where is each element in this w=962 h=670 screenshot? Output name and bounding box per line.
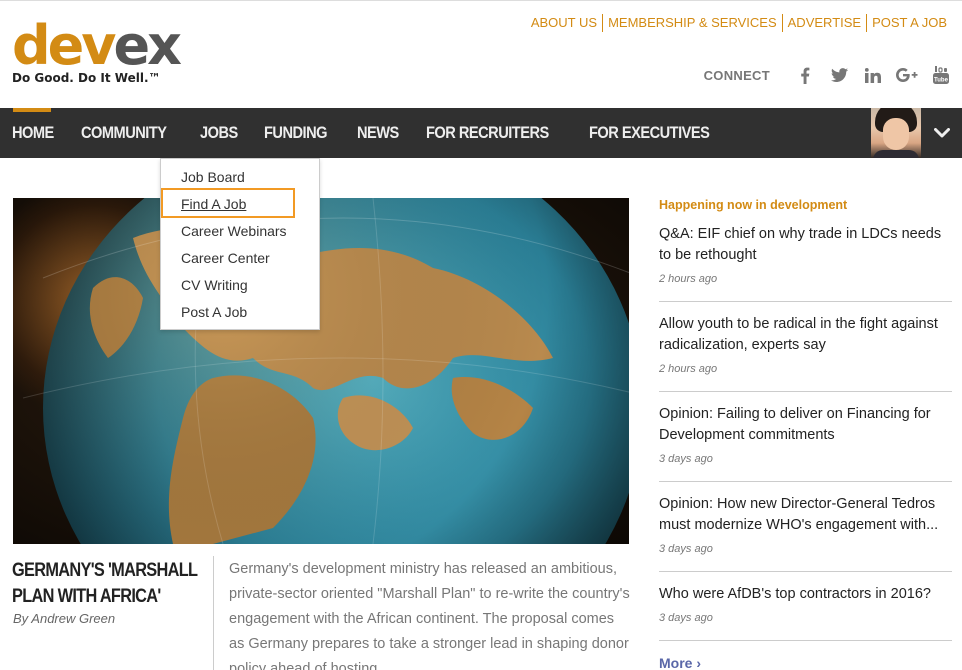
linkedin-icon[interactable] [862,65,884,85]
dropdown-item-post-a-job[interactable]: Post A Job [181,299,247,326]
news-item[interactable]: Opinion: Failing to deliver on Financing… [659,404,952,465]
user-avatar[interactable] [871,108,921,158]
feature-author: By Andrew Green [13,611,116,626]
nav-community[interactable]: COMMUNITY [81,123,167,143]
advertise-link[interactable]: ADVERTISE [781,14,866,32]
nav-jobs[interactable]: JOBS [200,123,238,143]
feature-title-line2: PLAN WITH AFRICA' [12,586,161,607]
news-item[interactable]: Q&A: EIF chief on why trade in LDCs need… [659,224,952,285]
more-news-link[interactable]: More › [659,655,701,670]
globe-illustration [22,198,629,544]
news-time: 3 days ago [659,543,713,555]
news-title[interactable]: Who were AfDB's top contractors in 2016? [659,584,952,605]
feature-summary: Germany's development ministry has relea… [229,561,630,670]
social-connect: CONNECT Tube [704,65,952,85]
news-divider [659,301,952,302]
feature-image[interactable] [13,198,629,544]
dropdown-item-career-webinars[interactable]: Career Webinars [181,218,287,245]
nav-funding[interactable]: FUNDING [264,123,328,143]
devex-logo[interactable]: devex Do Good. Do It Well.™ [12,15,182,87]
post-a-job-link[interactable]: POST A JOB [866,14,952,32]
article-divider [213,556,214,670]
dropdown-item-job-board[interactable]: Job Board [181,164,245,191]
dropdown-item-cv-writing[interactable]: CV Writing [181,272,248,299]
news-item[interactable]: Allow youth to be radical in the fight a… [659,314,952,375]
news-item[interactable]: Opinion: How new Director-General Tedros… [659,494,952,555]
nav-for-recruiters[interactable]: FOR RECRUITERS [426,123,549,143]
sidebar-heading: Happening now in development [659,198,848,212]
news-item[interactable]: Who were AfDB's top contractors in 2016?… [659,584,952,624]
svg-text:Tube: Tube [934,78,949,84]
news-divider [659,640,952,641]
news-divider [659,481,952,482]
google-plus-icon[interactable] [896,65,918,85]
news-title[interactable]: Q&A: EIF chief on why trade in LDCs need… [659,224,952,266]
twitter-icon[interactable] [828,65,850,85]
about-us-link[interactable]: ABOUT US [526,14,602,32]
site-header: devex Do Good. Do It Well.™ ABOUT US MEM… [0,0,962,108]
logo-wordmark: devex [12,14,182,77]
dropdown-item-find-a-job[interactable]: Find A Job [181,191,246,218]
chevron-down-icon[interactable] [921,108,962,158]
avatar-shirt [873,150,919,158]
news-title[interactable]: Opinion: How new Director-General Tedros… [659,494,952,536]
news-divider [659,571,952,572]
dropdown-item-career-center[interactable]: Career Center [181,245,270,272]
nav-home[interactable]: HOME [12,123,54,143]
top-links: ABOUT US MEMBERSHIP & SERVICES ADVERTISE… [526,14,952,32]
news-time: 3 days ago [659,612,713,624]
membership-services-link[interactable]: MEMBERSHIP & SERVICES [602,14,782,32]
nav-items: HOME COMMUNITY JOBS FUNDING NEWS FOR REC… [12,108,748,158]
news-time: 2 hours ago [659,363,718,375]
jobs-dropdown-menu: Job Board Find A Job Career Webinars Car… [160,158,320,330]
connect-label: CONNECT [703,67,770,83]
youtube-icon[interactable]: Tube [930,65,952,85]
feature-title-line1: GERMANY'S 'MARSHALL [12,560,198,581]
news-title[interactable]: Opinion: Failing to deliver on Financing… [659,404,952,446]
news-time: 3 days ago [659,453,713,465]
news-time: 2 hours ago [659,273,718,285]
nav-news[interactable]: NEWS [357,123,399,143]
news-divider [659,391,952,392]
nav-for-executives[interactable]: FOR EXECUTIVES [589,123,710,143]
news-title[interactable]: Allow youth to be radical in the fight a… [659,314,952,356]
main-nav: HOME COMMUNITY JOBS FUNDING NEWS FOR REC… [0,108,962,158]
logo-tagline: Do Good. Do It Well.™ [12,71,161,85]
feature-article-title[interactable]: GERMANY'S 'MARSHALL PLAN WITH AFRICA' [12,558,198,610]
facebook-icon[interactable] [794,65,816,85]
avatar-face [883,118,909,150]
